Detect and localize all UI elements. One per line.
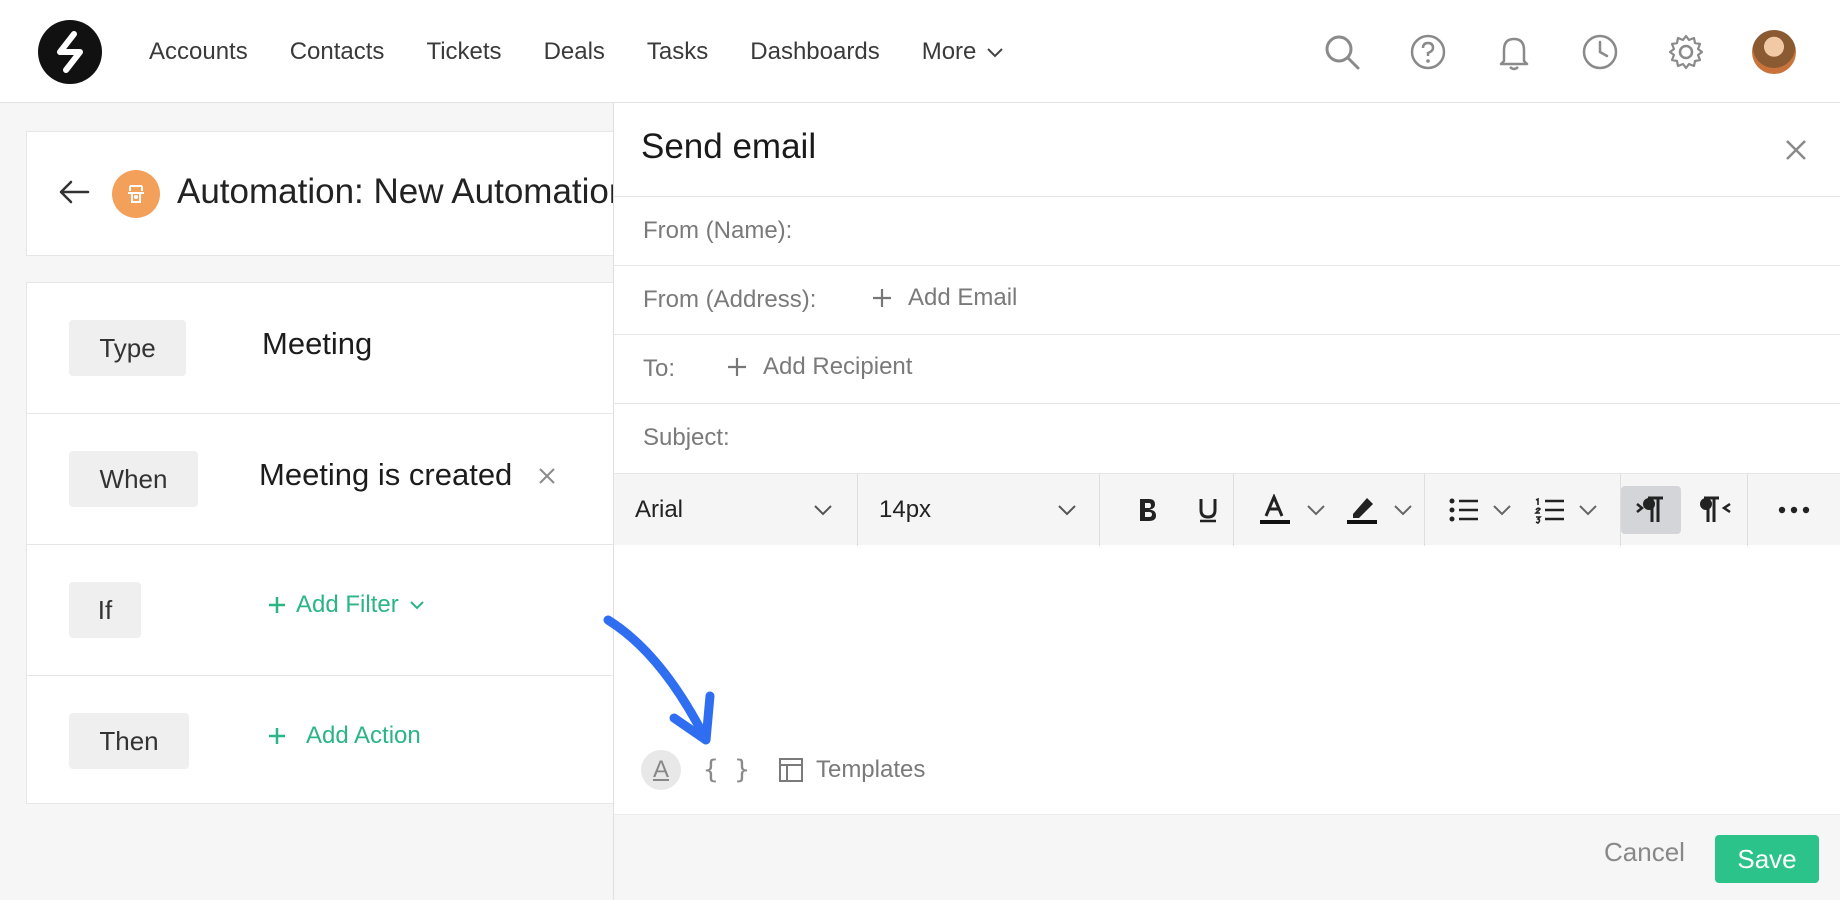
rule-row-then: Then Add Action — [27, 676, 627, 807]
editor-toolbar: Arial 14px — [614, 473, 1840, 546]
chevron-down-icon — [814, 505, 832, 516]
add-filter-label: Add Filter — [296, 591, 399, 618]
chevron-down-icon — [1058, 505, 1076, 516]
search-icon[interactable] — [1322, 32, 1362, 72]
nav-contacts[interactable]: Contacts — [290, 38, 385, 66]
font-family-value: Arial — [635, 496, 684, 523]
toolbar-divider — [1424, 474, 1425, 546]
editor-bottom-tools: A { } Templates — [641, 748, 925, 792]
underline-icon[interactable] — [1184, 486, 1232, 534]
panel-footer: Cancel Save — [614, 814, 1840, 900]
rule-row-type: Type Meeting — [27, 283, 627, 414]
panel-title: Send email — [641, 127, 817, 166]
toolbar-divider — [1747, 474, 1748, 546]
chevron-down-icon — [409, 601, 424, 610]
font-size-select[interactable]: 14px — [879, 474, 1099, 546]
nav-tasks[interactable]: Tasks — [647, 38, 708, 66]
plus-icon — [269, 597, 285, 613]
templates-icon — [778, 757, 804, 783]
toolbar-divider — [857, 474, 858, 546]
nav-deals[interactable]: Deals — [544, 38, 605, 66]
format-letter: A — [652, 756, 669, 783]
main-nav: Accounts Contacts Tickets Deals Tasks Da… — [149, 0, 1046, 103]
add-email-button[interactable]: Add Email — [872, 284, 1017, 312]
nav-deals-label: Deals — [543, 37, 605, 65]
numbered-list-icon[interactable] — [1528, 486, 1604, 534]
subject-label: Subject: — [643, 424, 730, 451]
font-size-value: 14px — [879, 496, 932, 523]
add-recipient-label: Add Recipient — [763, 353, 913, 380]
save-button[interactable]: Save — [1715, 835, 1819, 883]
rule-value-type[interactable]: Meeting — [262, 326, 372, 362]
nav-accounts-label: Accounts — [149, 37, 248, 65]
braces-label: { } — [703, 755, 750, 785]
nav-dashboards-label: Dashboards — [750, 37, 880, 65]
to-field: To: Add Recipient — [614, 334, 1840, 403]
app-logo[interactable] — [38, 20, 102, 84]
nav-tickets[interactable]: Tickets — [426, 38, 501, 66]
add-recipient-button[interactable]: Add Recipient — [727, 353, 912, 381]
rule-value-when[interactable]: Meeting is created — [259, 457, 512, 493]
help-icon[interactable] — [1408, 32, 1448, 72]
logo-icon — [57, 31, 83, 73]
send-email-panel: Send email From (Name): From (Address): … — [613, 103, 1840, 900]
toolbar-divider — [1233, 474, 1234, 546]
close-icon[interactable] — [1780, 134, 1812, 166]
back-arrow-icon[interactable] — [58, 178, 90, 206]
text-format-icon[interactable]: A — [641, 750, 681, 790]
to-label: To: — [643, 355, 676, 382]
rule-label-if: If — [69, 582, 141, 638]
cancel-button[interactable]: Cancel — [1604, 837, 1685, 868]
rtl-direction-icon[interactable] — [1686, 486, 1746, 534]
bell-icon[interactable] — [1494, 32, 1534, 72]
subject-field[interactable]: Subject: — [614, 403, 1840, 472]
from-name-field[interactable]: From (Name): — [614, 196, 1840, 265]
nav-accounts[interactable]: Accounts — [149, 38, 248, 66]
rule-label-then: Then — [69, 713, 189, 769]
ltr-direction-icon[interactable] — [1621, 486, 1681, 534]
user-avatar[interactable] — [1752, 29, 1796, 74]
rule-row-when: When Meeting is created — [27, 414, 627, 545]
more-options-icon[interactable] — [1764, 486, 1824, 534]
rule-row-if: If Add Filter — [27, 545, 627, 676]
add-filter-button[interactable]: Add Filter — [268, 591, 425, 619]
from-name-label: From (Name): — [643, 217, 793, 244]
text-color-icon[interactable] — [1254, 486, 1330, 534]
templates-button[interactable]: Templates — [778, 756, 925, 784]
clear-icon[interactable] — [535, 464, 559, 488]
page-title: Automation: New Automation — [177, 172, 629, 211]
plus-icon — [872, 288, 892, 308]
from-address-field: From (Address): Add Email — [614, 265, 1840, 334]
top-navigation-bar: Accounts Contacts Tickets Deals Tasks Da… — [0, 0, 1840, 103]
rule-label-when: When — [69, 451, 198, 507]
nav-more-label: More — [921, 37, 977, 65]
toolbar-divider — [1099, 474, 1100, 546]
highlight-color-icon[interactable] — [1341, 486, 1417, 534]
automation-icon — [112, 170, 160, 218]
placeholders-braces-icon[interactable]: { } — [703, 755, 750, 785]
chevron-down-icon — [986, 46, 1004, 58]
rule-label-type: Type — [69, 320, 186, 376]
plus-icon — [727, 357, 747, 377]
gear-icon[interactable] — [1666, 32, 1706, 72]
automation-rules-card: Type Meeting When Meeting is created If … — [26, 282, 627, 807]
from-address-label: From (Address): — [643, 286, 817, 313]
nav-tasks-label: Tasks — [646, 37, 709, 65]
nav-dashboards[interactable]: Dashboards — [750, 38, 879, 66]
plus-icon — [269, 728, 285, 744]
nav-tickets-label: Tickets — [426, 37, 502, 65]
add-email-label: Add Email — [908, 284, 1018, 311]
nav-icon-group — [1322, 0, 1840, 103]
font-family-select[interactable]: Arial — [635, 474, 855, 546]
bullet-list-icon[interactable] — [1442, 486, 1518, 534]
add-action-label: Add Action — [306, 722, 421, 749]
templates-label: Templates — [815, 756, 926, 783]
nav-more[interactable]: More — [922, 38, 1005, 66]
bold-icon[interactable] — [1124, 486, 1172, 534]
add-action-button[interactable]: Add Action — [268, 722, 421, 750]
nav-contacts-label: Contacts — [289, 37, 385, 65]
clock-icon[interactable] — [1580, 32, 1620, 72]
